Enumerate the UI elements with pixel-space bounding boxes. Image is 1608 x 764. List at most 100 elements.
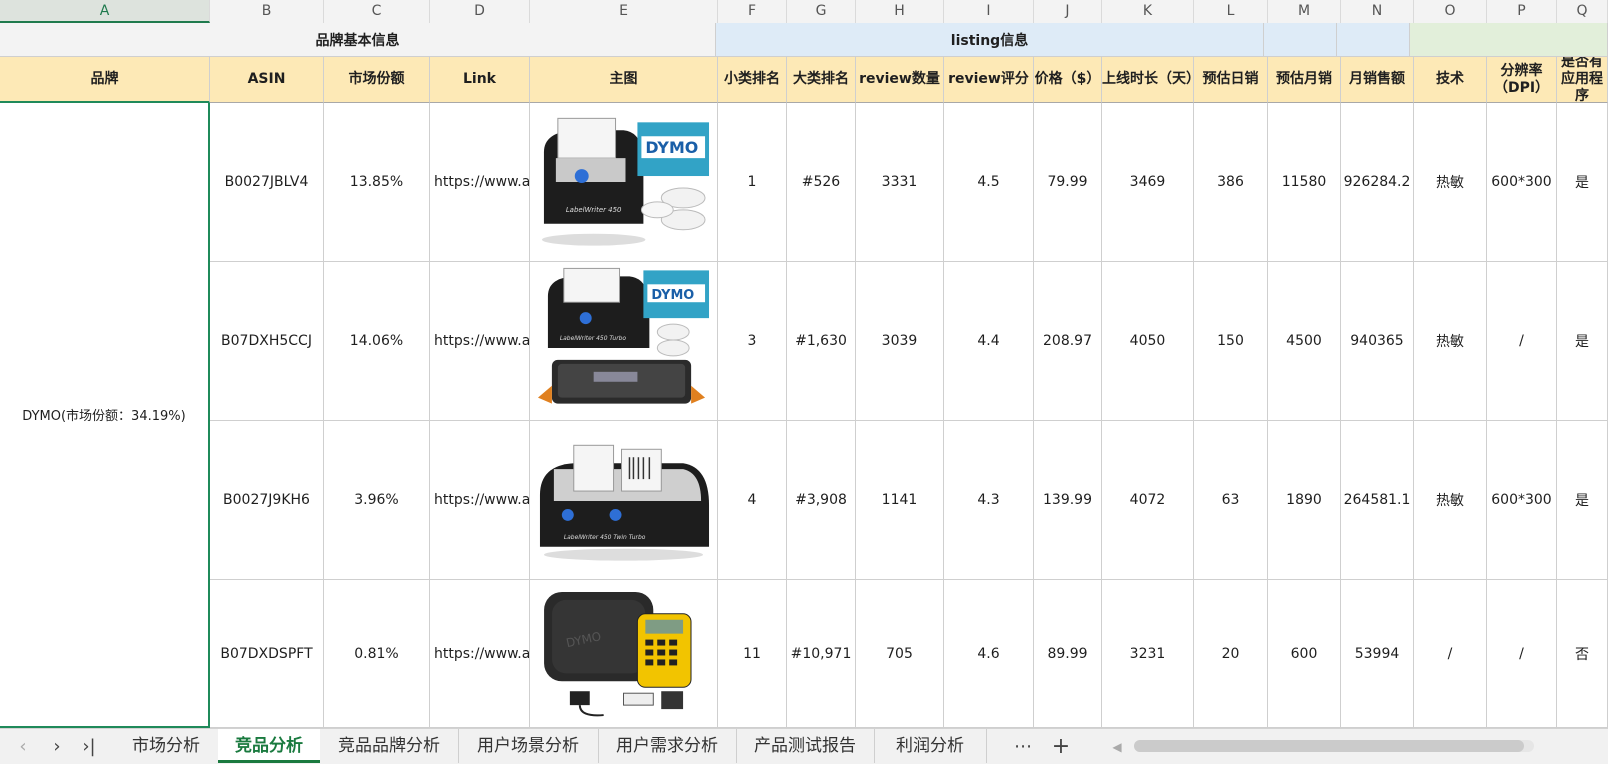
cell-main-rank[interactable]: #3,908	[787, 421, 856, 580]
cell-monthly-revenue[interactable]: 264581.1	[1341, 421, 1414, 580]
column-letter-k[interactable]: K	[1102, 0, 1194, 23]
cell-review-score[interactable]: 4.6	[944, 580, 1034, 728]
prev-sheet-icon[interactable]: ‹	[12, 735, 34, 759]
cell-monthly-revenue[interactable]: 926284.2	[1341, 103, 1414, 262]
sheet-tab-4[interactable]: 用户场景分析	[458, 729, 599, 763]
header-review-count[interactable]: review数量	[856, 57, 944, 103]
sheet-tab-6[interactable]: 产品测试报告	[736, 729, 875, 763]
cell-dpi[interactable]: 600*300	[1487, 103, 1557, 262]
cell-monthly-revenue[interactable]: 940365	[1341, 262, 1414, 421]
group-basic-info[interactable]: 品牌基本信息	[0, 23, 716, 57]
cell-days-online[interactable]: 4072	[1102, 421, 1194, 580]
column-letter-a[interactable]: A	[0, 0, 210, 23]
sheet-tab-7[interactable]: 利润分析	[874, 729, 987, 763]
cell-dpi[interactable]: /	[1487, 262, 1557, 421]
cell-main-rank[interactable]: #1,630	[787, 262, 856, 421]
cell-price[interactable]: 139.99	[1034, 421, 1102, 580]
group-listing-info[interactable]: listing信息	[716, 23, 1264, 57]
product-image[interactable]: DYMO	[534, 584, 713, 723]
cell-tech[interactable]: 热敏	[1414, 262, 1487, 421]
cell-sub-rank[interactable]: 11	[718, 580, 787, 728]
product-image[interactable]: LabelWriter 450 Twin Turbo	[534, 425, 713, 575]
cell-review-score[interactable]: 4.5	[944, 103, 1034, 262]
column-letter-e[interactable]: E	[530, 0, 718, 23]
sheet-tab-2[interactable]: 竞品分析	[218, 729, 320, 763]
cell-sub-rank[interactable]: 1	[718, 103, 787, 262]
column-letter-d[interactable]: D	[430, 0, 530, 23]
group-cell-m[interactable]	[1264, 23, 1337, 57]
cell-asin[interactable]: B07DXDSPFT	[210, 580, 324, 728]
more-sheets-button[interactable]: ⋯	[1012, 735, 1034, 759]
cell-monthly-sales[interactable]: 11580	[1268, 103, 1341, 262]
cell-review-count[interactable]: 705	[856, 580, 944, 728]
cell-price[interactable]: 79.99	[1034, 103, 1102, 262]
sheet-tab-1[interactable]: 市场分析	[114, 729, 218, 763]
brand-cell[interactable]: DYMO(市场份额：34.19%)	[0, 103, 210, 728]
product-image-cell[interactable]: DYMO	[530, 580, 718, 728]
header-review-score[interactable]: review评分	[944, 57, 1034, 103]
cell-price[interactable]: 208.97	[1034, 262, 1102, 421]
column-letter-c[interactable]: C	[324, 0, 430, 23]
cell-dpi[interactable]: /	[1487, 580, 1557, 728]
product-image-cell[interactable]: LabelWriter 450 Turbo DYMO	[530, 262, 718, 421]
column-letter-q[interactable]: Q	[1557, 0, 1608, 23]
column-letter-l[interactable]: L	[1194, 0, 1268, 23]
cell-daily-sales[interactable]: 150	[1194, 262, 1268, 421]
cell-link[interactable]: https://www.an	[430, 580, 530, 728]
cell-tech[interactable]: 热敏	[1414, 421, 1487, 580]
sheet-tab-5[interactable]: 用户需求分析	[598, 729, 737, 763]
header-asin[interactable]: ASIN	[210, 57, 324, 103]
cell-app[interactable]: 是	[1557, 262, 1608, 421]
column-letter-m[interactable]: M	[1268, 0, 1341, 23]
scroll-left-icon[interactable]: ◀	[1106, 735, 1128, 759]
cell-dpi[interactable]: 600*300	[1487, 421, 1557, 580]
header-sub-rank[interactable]: 小类排名	[718, 57, 787, 103]
scrollbar-thumb[interactable]	[1134, 740, 1524, 752]
cell-main-rank[interactable]: #10,971	[787, 580, 856, 728]
cell-tech[interactable]: 热敏	[1414, 103, 1487, 262]
header-link[interactable]: Link	[430, 57, 530, 103]
cell-days-online[interactable]: 3469	[1102, 103, 1194, 262]
header-tech[interactable]: 技术	[1414, 57, 1487, 103]
column-letter-o[interactable]: O	[1414, 0, 1487, 23]
product-image-cell[interactable]: LabelWriter 450 Twin Turbo	[530, 421, 718, 580]
cell-asin[interactable]: B07DXH5CCJ	[210, 262, 324, 421]
next-sheet-icon[interactable]: ›	[46, 735, 68, 759]
cell-sub-rank[interactable]: 4	[718, 421, 787, 580]
column-letter-b[interactable]: B	[210, 0, 324, 23]
group-cell-tech[interactable]	[1410, 23, 1608, 57]
cell-app[interactable]: 是	[1557, 421, 1608, 580]
column-letter-n[interactable]: N	[1341, 0, 1414, 23]
header-monthly-revenue[interactable]: 月销售额	[1341, 57, 1414, 103]
cell-review-count[interactable]: 3331	[856, 103, 944, 262]
header-main-rank[interactable]: 大类排名	[787, 57, 856, 103]
header-share[interactable]: 市场份额	[324, 57, 430, 103]
cell-asin[interactable]: B0027J9KH6	[210, 421, 324, 580]
header-monthly-sales[interactable]: 预估月销	[1268, 57, 1341, 103]
header-image[interactable]: 主图	[530, 57, 718, 103]
column-letter-f[interactable]: F	[718, 0, 787, 23]
cell-share[interactable]: 14.06%	[324, 262, 430, 421]
cell-app[interactable]: 是	[1557, 103, 1608, 262]
group-cell-n[interactable]	[1337, 23, 1410, 57]
sheet-tab-3[interactable]: 竞品品牌分析	[320, 729, 459, 763]
product-image[interactable]: LabelWriter 450 Turbo DYMO	[534, 266, 713, 416]
cell-link[interactable]: https://www.an	[430, 421, 530, 580]
header-app[interactable]: 是否有应用程序	[1557, 57, 1608, 103]
cell-app[interactable]: 否	[1557, 580, 1608, 728]
cell-days-online[interactable]: 4050	[1102, 262, 1194, 421]
cell-monthly-sales[interactable]: 4500	[1268, 262, 1341, 421]
header-days-online[interactable]: 上线时长（天）	[1102, 57, 1194, 103]
cell-review-count[interactable]: 1141	[856, 421, 944, 580]
product-image-cell[interactable]: LabelWriter 450 DYMO	[530, 103, 718, 262]
cell-link[interactable]: https://www.an	[430, 103, 530, 262]
cell-review-score[interactable]: 4.4	[944, 262, 1034, 421]
cell-daily-sales[interactable]: 20	[1194, 580, 1268, 728]
cell-monthly-sales[interactable]: 600	[1268, 580, 1341, 728]
cell-monthly-sales[interactable]: 1890	[1268, 421, 1341, 580]
cell-link[interactable]: https://www.an	[430, 262, 530, 421]
cell-share[interactable]: 0.81%	[324, 580, 430, 728]
column-letter-j[interactable]: J	[1034, 0, 1102, 23]
header-brand[interactable]: 品牌	[0, 57, 210, 103]
column-letter-h[interactable]: H	[856, 0, 944, 23]
